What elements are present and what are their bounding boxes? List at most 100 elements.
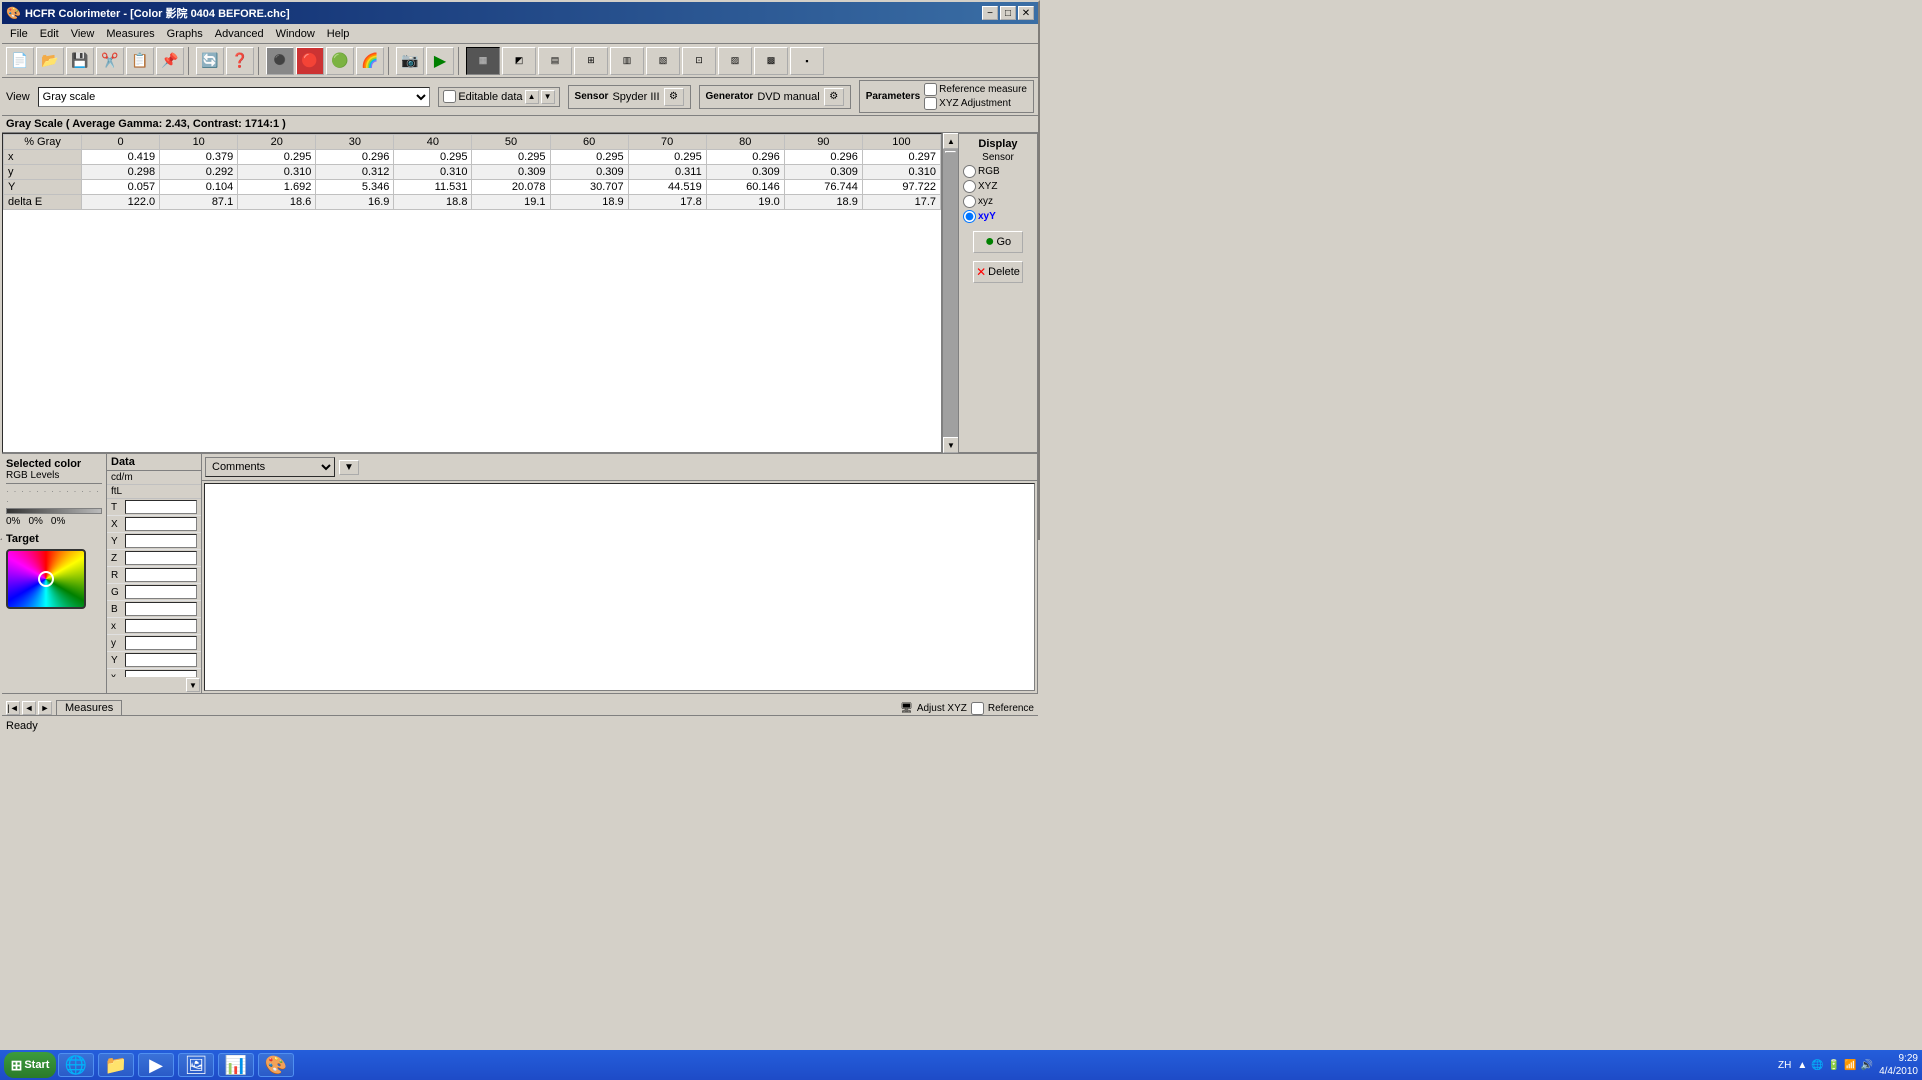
display-title: Display <box>963 138 1033 150</box>
start-button[interactable]: ⊞ Start <box>4 1052 56 1078</box>
data-item-Y2: Y <box>107 652 201 669</box>
row-Y-label: Y <box>4 180 82 195</box>
meas-btn-5[interactable]: ▥ <box>610 47 644 75</box>
close-button[interactable]: ✕ <box>1018 6 1034 20</box>
menu-graphs[interactable]: Graphs <box>161 26 209 42</box>
bottom-section: Selected color RGB Levels · · · · · · · … <box>2 453 1038 693</box>
row-y-label: y <box>4 165 82 180</box>
menu-measures[interactable]: Measures <box>100 26 160 42</box>
editable-up-btn[interactable]: ▲ <box>525 90 539 104</box>
display-xyz-lower-option[interactable]: xyz <box>963 195 1033 208</box>
taskbar-ie[interactable]: 🌐 <box>58 1053 94 1077</box>
view-dropdown[interactable]: Gray scale <box>38 87 431 107</box>
maximize-button[interactable]: □ <box>1000 6 1016 20</box>
table-scrollbar[interactable]: ▲ ▼ <box>942 133 958 453</box>
menu-window[interactable]: Window <box>270 26 321 42</box>
scroll-thumb[interactable] <box>945 151 956 153</box>
taskbar-paint[interactable]: 🎨 <box>258 1053 294 1077</box>
taskbar-photos[interactable]: 🖼 <box>178 1053 214 1077</box>
data-label-R: R <box>111 570 125 581</box>
meas-btn-3[interactable]: ▤ <box>538 47 572 75</box>
play-button[interactable]: ▶ <box>426 47 454 75</box>
generator-config-btn[interactable]: ⚙ <box>824 88 844 106</box>
comments-config-btn[interactable]: ▼ <box>339 460 359 475</box>
meas-btn-2[interactable]: ◩ <box>502 47 536 75</box>
nav-next-btn[interactable]: ► <box>38 701 52 715</box>
nav-controls: |◄ ◄ ► <box>6 701 52 715</box>
adjust-xyz-checkbox[interactable] <box>971 702 984 715</box>
cell-Y-10: 0.104 <box>160 180 238 195</box>
color-picker[interactable]: ⚫ <box>266 47 294 75</box>
separator <box>6 483 102 484</box>
table-row: y 0.298 0.292 0.310 0.312 0.310 0.309 0.… <box>4 165 941 180</box>
menu-view[interactable]: View <box>65 26 101 42</box>
nav-first-btn[interactable]: |◄ <box>6 701 20 715</box>
title-bar: 🎨 HCFR Colorimeter - [Color 影院 0404 BEFO… <box>2 2 1038 24</box>
menu-edit[interactable]: Edit <box>34 26 65 42</box>
display-panel: Display Sensor RGB XYZ xyz xyY <box>958 133 1038 453</box>
meas-btn-9[interactable]: ▩ <box>754 47 788 75</box>
color-all[interactable]: 🌈 <box>356 47 384 75</box>
scroll-down-btn[interactable]: ▼ <box>943 437 959 453</box>
taskbar-charts[interactable]: 📊 <box>218 1053 254 1077</box>
help-button[interactable]: ❓ <box>226 47 254 75</box>
taskbar-right: ZH ▲ 🌐 🔋 📶 🔊 9:29 4/4/2010 <box>1778 1052 1918 1078</box>
paste-button[interactable]: 📌 <box>156 47 184 75</box>
cell-y-10: 0.292 <box>160 165 238 180</box>
color-red[interactable]: 🔴 <box>296 47 324 75</box>
sensor-config-btn[interactable]: ⚙ <box>664 88 684 106</box>
meas-btn-1[interactable]: ▦ <box>466 47 500 75</box>
editable-data-checkbox[interactable] <box>443 90 456 103</box>
nav-prev-btn[interactable]: ◄ <box>22 701 36 715</box>
cell-y-70: 0.311 <box>628 165 706 180</box>
editable-down-btn[interactable]: ▼ <box>541 90 555 104</box>
meas-btn-6[interactable]: ▧ <box>646 47 680 75</box>
taskbar-folder[interactable]: 📁 <box>98 1053 134 1077</box>
cell-dE-100: 17.7 <box>862 195 940 210</box>
camera-button[interactable]: 📷 <box>396 47 424 75</box>
display-rgb-option[interactable]: RGB <box>963 165 1033 178</box>
meas-btn-4[interactable]: ⊞ <box>574 47 608 75</box>
menu-help[interactable]: Help <box>321 26 356 42</box>
data-table-container[interactable]: % Gray 0 10 20 30 40 50 60 70 80 90 100 <box>2 133 942 453</box>
scroll-up-btn[interactable]: ▲ <box>943 133 959 149</box>
display-xyz-option[interactable]: XYZ <box>963 180 1033 193</box>
reference-measure-checkbox[interactable] <box>924 83 937 96</box>
taskbar-media[interactable]: ▶ <box>138 1053 174 1077</box>
refresh-button[interactable]: 🔄 <box>196 47 224 75</box>
xyz-adjustment-checkbox[interactable] <box>924 97 937 110</box>
open-button[interactable]: 📂 <box>36 47 64 75</box>
data-scroll: ▼ <box>107 677 201 693</box>
xyz-adjustment-label: XYZ Adjustment <box>939 98 1011 109</box>
taskbar-system-icons: ▲ 🌐 🔋 📶 🔊 <box>1797 1060 1873 1071</box>
data-item-T: T <box>107 499 201 516</box>
taskbar-volume-icon[interactable]: 🔊 <box>1861 1060 1873 1071</box>
display-xyz-radio[interactable] <box>963 180 976 193</box>
display-xyz-lower-radio[interactable] <box>963 195 976 208</box>
delete-button[interactable]: ✕ Delete <box>973 261 1023 283</box>
measures-tab[interactable]: Measures <box>56 700 122 715</box>
comments-dropdown[interactable]: Comments <box>205 457 335 477</box>
menu-file[interactable]: File <box>4 26 34 42</box>
minimize-button[interactable]: − <box>982 6 998 20</box>
data-scroll-down[interactable]: ▼ <box>186 678 200 692</box>
go-button[interactable]: ● Go <box>973 231 1023 253</box>
save-button[interactable]: 💾 <box>66 47 94 75</box>
display-xyY-option[interactable]: xyY <box>963 210 1033 223</box>
rgb-levels-label: RGB Levels <box>6 470 102 481</box>
cell-dE-20: 18.6 <box>238 195 316 210</box>
display-xyY-radio[interactable] <box>963 210 976 223</box>
taskbar-expand-icon[interactable]: ▲ <box>1797 1060 1807 1071</box>
meas-btn-8[interactable]: ▨ <box>718 47 752 75</box>
copy-button[interactable]: 📋 <box>126 47 154 75</box>
menu-advanced[interactable]: Advanced <box>209 26 270 42</box>
taskbar-lang: ZH <box>1778 1060 1791 1071</box>
cut-button[interactable]: ✂️ <box>96 47 124 75</box>
color-rgb[interactable]: 🟢 <box>326 47 354 75</box>
display-rgb-radio[interactable] <box>963 165 976 178</box>
meas-btn-7[interactable]: ⊡ <box>682 47 716 75</box>
meas-btn-10[interactable]: ▪ <box>790 47 824 75</box>
data-value-B <box>125 602 197 616</box>
data-label-y2: y <box>111 638 125 649</box>
new-button[interactable]: 📄 <box>6 47 34 75</box>
